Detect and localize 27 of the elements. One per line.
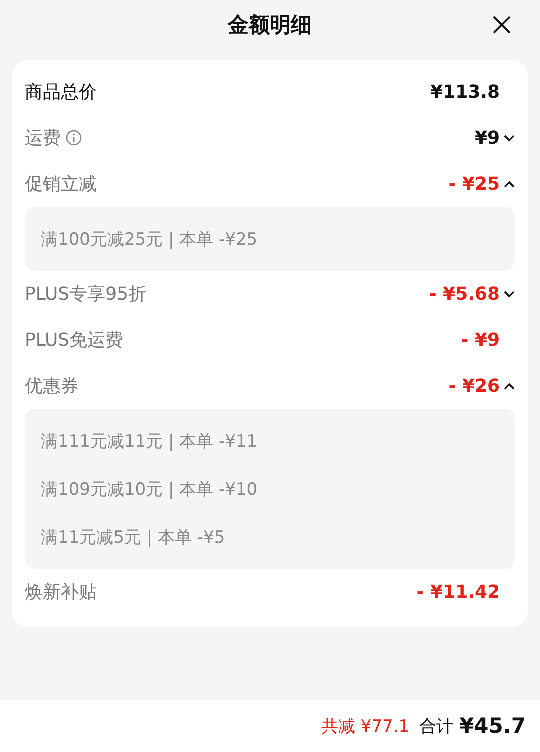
- row-amount: ¥9: [474, 128, 500, 148]
- sheet-title: 金额明细: [228, 12, 312, 39]
- chevron-up-icon[interactable]: [504, 382, 515, 390]
- row-amount: - ¥9: [461, 330, 500, 350]
- row-amount: - ¥5.68: [429, 284, 500, 304]
- row-label: 商品总价: [25, 81, 97, 104]
- row-amount: - ¥11.42: [416, 582, 500, 602]
- detail-line: 满100元减25元 | 本单 -¥25: [41, 228, 259, 252]
- total-discount: 共减 ¥77.1: [321, 716, 410, 738]
- row-label: PLUS专享95折: [25, 283, 146, 306]
- info-icon[interactable]: [66, 130, 82, 146]
- row-label: 优惠券: [25, 375, 79, 398]
- total-label: 合计: [420, 716, 454, 738]
- chevron-up-icon[interactable]: [504, 180, 515, 188]
- row-amount: - ¥26: [448, 376, 500, 396]
- detail-line: 满111元减11元 | 本单 -¥11: [41, 430, 259, 454]
- detail-line: 满11元减5元 | 本单 -¥5: [41, 526, 226, 550]
- row-label: PLUS免运费: [25, 329, 124, 352]
- row-label: 焕新补贴: [25, 581, 97, 604]
- row-amount: - ¥25: [448, 174, 500, 194]
- detail-line: 满109元减10元 | 本单 -¥10: [41, 478, 259, 502]
- chevron-down-icon[interactable]: [504, 290, 515, 298]
- row-label: 运费: [25, 127, 61, 150]
- total-amount: ¥45.7: [460, 714, 526, 738]
- row-amount: ¥113.8: [430, 82, 500, 102]
- chevron-down-icon[interactable]: [504, 134, 515, 142]
- row-label: 促销立减: [25, 173, 97, 196]
